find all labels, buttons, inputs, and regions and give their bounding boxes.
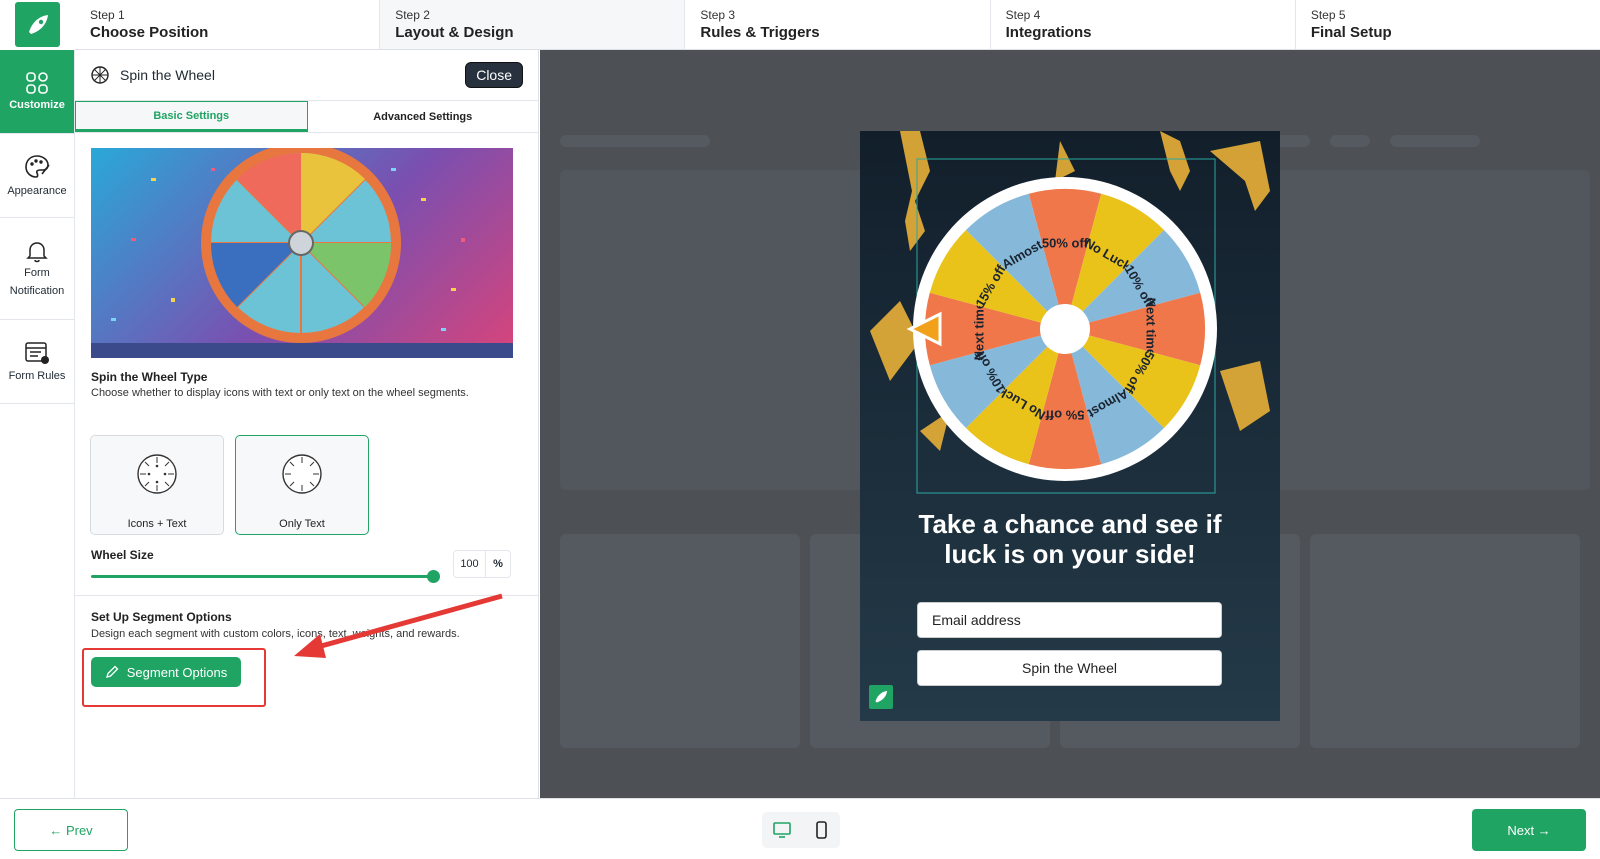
- form-rules-icon: [25, 341, 49, 364]
- step-navigation: Step 1 Choose Position Step 2 Layout & D…: [75, 0, 1600, 50]
- close-button[interactable]: Close: [465, 62, 523, 88]
- wheel-type-title: Spin the Wheel Type: [91, 370, 208, 384]
- rail-item-form-notification[interactable]: Form Notification: [0, 218, 74, 320]
- wheel-icons-text-icon: [137, 454, 177, 494]
- prev-button[interactable]: ← Prev: [14, 809, 128, 851]
- rail-item-form-rules[interactable]: Form Rules: [0, 320, 74, 404]
- step-number: Step 2: [395, 8, 430, 22]
- wheel-icon: [91, 66, 109, 84]
- wheel[interactable]: 50% offNo Luck10% offNext time!50% offAl…: [913, 177, 1217, 481]
- left-rail: Customize Appearance Form Notification F…: [0, 50, 75, 798]
- footer-bar: ← Prev Next →: [0, 798, 1600, 859]
- panel-header: Spin the Wheel Close: [75, 50, 538, 100]
- rail-label: Customize: [9, 98, 65, 111]
- tab-advanced-settings[interactable]: Advanced Settings: [308, 101, 539, 132]
- step-number: Step 4: [1005, 8, 1041, 22]
- headline-line-1: Take a chance and see if: [918, 509, 1222, 539]
- wheel-size-slider-track[interactable]: [91, 575, 435, 578]
- rail-label: Form: [24, 266, 50, 279]
- step-2[interactable]: Step 2 Layout & Design: [380, 0, 686, 49]
- spin-wheel-popup: 50% off No Luck 10% off Next time! 50% off Al…: [860, 131, 1280, 721]
- next-button[interactable]: Next →: [1472, 809, 1586, 851]
- step-number: Step 1: [90, 8, 125, 22]
- type-option-label: Icons + Text: [127, 518, 187, 530]
- step-4[interactable]: Step 4 Integrations: [991, 0, 1296, 49]
- step-label: Choose Position: [90, 24, 209, 41]
- spin-wheel-hero-image: [91, 148, 513, 358]
- wheel-segment-label: 5% off: [1045, 408, 1085, 423]
- wheel-size-label: Wheel Size: [91, 548, 154, 562]
- rail-item-customize[interactable]: Customize: [0, 50, 74, 134]
- step-1[interactable]: Step 1 Choose Position: [75, 0, 381, 49]
- step-3[interactable]: Step 3 Rules & Triggers: [685, 0, 991, 49]
- segment-options-title: Set Up Segment Options: [91, 610, 232, 624]
- step-label: Integrations: [1005, 24, 1092, 41]
- ghost-block: [1390, 135, 1480, 147]
- ghost-product-card: [560, 534, 800, 748]
- wheel-only-text-icon: [282, 454, 322, 494]
- headline-line-2: luck is on your side!: [944, 539, 1196, 569]
- desktop-icon: [772, 822, 791, 838]
- mobile-icon: [815, 821, 827, 839]
- ghost-block: [560, 135, 710, 147]
- mobile-view-button[interactable]: [801, 812, 840, 848]
- desktop-view-button[interactable]: [762, 812, 801, 848]
- step-5[interactable]: Step 5 Final Setup: [1296, 0, 1600, 49]
- highlight-box: [82, 648, 266, 707]
- grid-icon: [26, 71, 48, 94]
- panel-title: Spin the Wheel: [120, 67, 215, 83]
- wheel-size-unit: %: [493, 558, 503, 570]
- app-logo: [15, 2, 60, 47]
- step-label: Rules & Triggers: [700, 24, 820, 41]
- email-input[interactable]: Email address: [917, 602, 1222, 638]
- type-option-only-text[interactable]: Only Text: [235, 435, 369, 535]
- settings-tabs: Basic Settings Advanced Settings: [75, 100, 538, 133]
- wheel-size-input[interactable]: 100 %: [453, 550, 511, 578]
- popup-headline: Take a chance and see if luck is on your…: [860, 509, 1280, 569]
- wheel-size-slider-handle[interactable]: [427, 570, 440, 583]
- step-number: Step 5: [1310, 8, 1346, 22]
- step-label: Final Setup: [1310, 24, 1392, 41]
- wheel-size-value[interactable]: 100: [454, 551, 486, 577]
- step-label: Layout & Design: [395, 24, 514, 41]
- settings-panel: Spin the Wheel Close Basic Settings Adva…: [75, 50, 539, 798]
- tab-basic-settings[interactable]: Basic Settings: [75, 101, 308, 132]
- rail-label: Appearance: [7, 184, 67, 197]
- rocket-logo-icon: [875, 690, 888, 703]
- annotation-arrow-icon: [294, 593, 503, 658]
- bell-icon: [26, 241, 48, 262]
- spin-the-wheel-button[interactable]: Spin the Wheel: [917, 650, 1222, 686]
- preview-canvas: 50% off No Luck 10% off Next time! 50% off Al…: [540, 50, 1600, 798]
- wheel-type-description: Choose whether to display icons with tex…: [91, 387, 469, 399]
- rail-label: Form Rules: [8, 369, 66, 382]
- step-number: Step 3: [700, 8, 736, 22]
- ghost-block: [1330, 135, 1370, 147]
- type-option-icons-text[interactable]: Icons + Text: [90, 435, 224, 535]
- palette-icon: [25, 154, 50, 178]
- wheel-segment-label: 50% off: [1042, 235, 1089, 250]
- ghost-product-card: [1310, 534, 1580, 748]
- type-option-label: Only Text: [279, 518, 325, 530]
- rail-item-appearance[interactable]: Appearance: [0, 134, 74, 218]
- brand-badge-icon[interactable]: [869, 685, 893, 709]
- rocket-logo-icon: [28, 14, 48, 34]
- rail-label: Notification: [9, 284, 65, 297]
- device-toggle: [762, 812, 840, 848]
